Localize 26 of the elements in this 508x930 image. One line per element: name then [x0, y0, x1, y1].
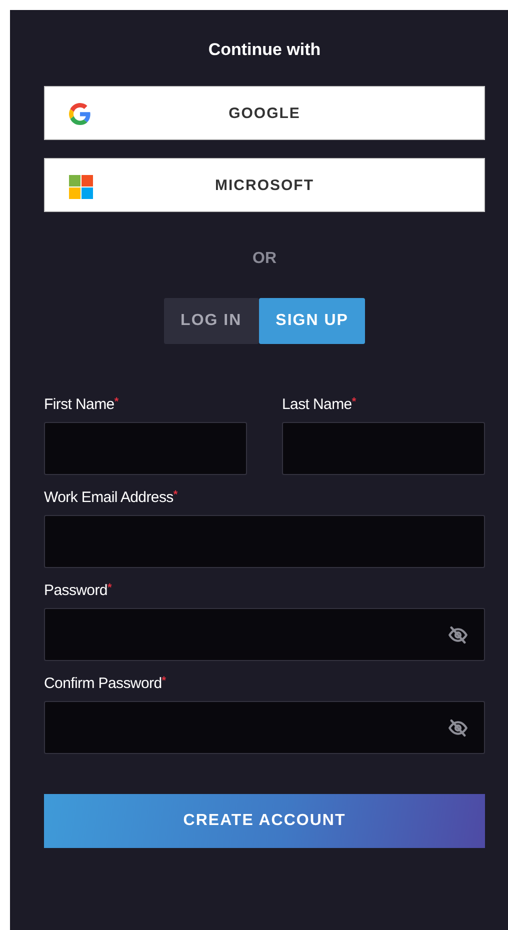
- provider-button[interactable]: GOOGLE: [44, 86, 485, 140]
- input-field[interactable]: [44, 422, 247, 475]
- create-account-button[interactable]: CREATE ACCOUNT: [44, 794, 485, 848]
- field-label: Confirm Password: [44, 675, 162, 692]
- required-mark: *: [352, 396, 356, 408]
- field-label: Last Name: [282, 396, 352, 413]
- windows-logo-icon: [69, 175, 93, 199]
- required-mark: *: [114, 396, 119, 408]
- auth-tab[interactable]: SIGN UP: [258, 298, 366, 344]
- google-logo-icon: [69, 103, 91, 125]
- required-mark: *: [162, 675, 166, 687]
- input-field[interactable]: [44, 608, 485, 661]
- field-label: First Name: [44, 396, 114, 413]
- provider-button[interactable]: MICROSOFT: [44, 158, 485, 212]
- required-mark: *: [173, 489, 178, 501]
- eye-off-icon[interactable]: [448, 624, 468, 644]
- field-label: Work Email Address: [44, 489, 174, 506]
- field-label: Password: [44, 582, 108, 599]
- required-mark: *: [107, 582, 112, 594]
- section-heading: Continue with: [207, 40, 322, 61]
- divider-text: OR: [252, 250, 278, 268]
- input-field[interactable]: [282, 422, 485, 475]
- auth-tab[interactable]: LOG IN: [164, 298, 259, 344]
- input-field[interactable]: [44, 701, 485, 754]
- input-field[interactable]: [44, 515, 485, 568]
- eye-off-icon[interactable]: [448, 718, 468, 738]
